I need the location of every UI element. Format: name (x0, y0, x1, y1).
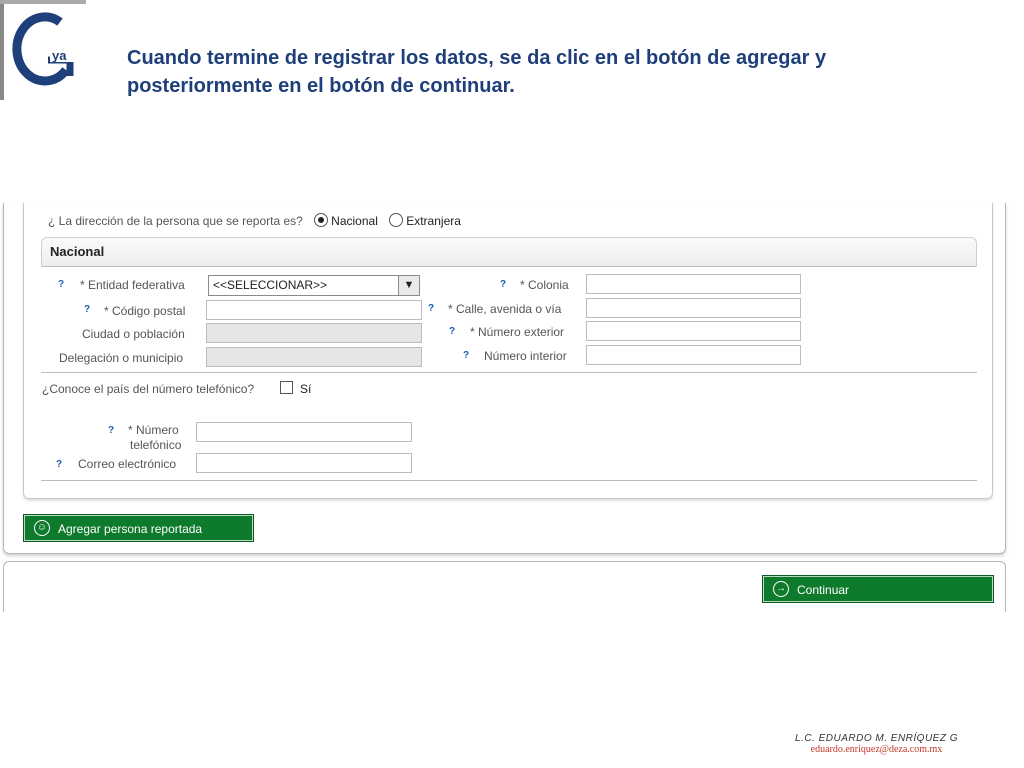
entidad-label: * Entidad federativa (80, 278, 185, 292)
help-icon[interactable]: ? (84, 304, 90, 315)
numero-label: * Número (128, 423, 179, 437)
calle-input[interactable] (586, 298, 801, 318)
entidad-select-value: <<SELECCIONAR>> (213, 278, 328, 292)
svg-text:ya: ya (52, 48, 67, 63)
add-person-button[interactable]: ☺ Agregar persona reportada (23, 514, 254, 542)
phone-country-checkbox[interactable] (280, 381, 293, 394)
numero-label-line2: telefónico (130, 438, 182, 452)
author-name: L.C. EDUARDO M. ENRÍQUEZ G (794, 733, 958, 744)
footer: L.C. EDUARDO M. ENRÍQUEZ G eduardo.enriq… (795, 733, 958, 755)
colonia-input[interactable] (586, 274, 801, 294)
people-icon: ☺ (34, 520, 50, 536)
ciudad-label: Ciudad o población (82, 327, 185, 341)
slide-title: Cuando termine de registrar los datos, s… (127, 47, 827, 97)
help-icon[interactable]: ? (463, 350, 469, 361)
continue-button-label: Continuar (797, 583, 850, 597)
delegacion-input (206, 347, 422, 367)
entidad-select[interactable]: <<SELECCIONAR>> ▼ (208, 275, 420, 296)
divider (41, 372, 977, 373)
codigo-postal-label: * Código postal (104, 304, 186, 318)
numero-telefonico-input[interactable] (196, 422, 412, 442)
radio-extranjera[interactable] (389, 213, 404, 227)
radio-nacional-label[interactable]: Nacional (331, 214, 378, 228)
correo-label: Correo electrónico (78, 457, 177, 471)
address-section: ¿ La dirección de la persona que se repo… (23, 203, 993, 499)
form-panel: ¿ La dirección de la persona que se repo… (3, 203, 1006, 554)
divider (41, 480, 977, 481)
help-icon[interactable]: ? (500, 279, 506, 290)
continue-button[interactable]: → Continuar (762, 575, 994, 603)
continue-panel: → Continuar (3, 561, 1006, 612)
help-icon[interactable]: ? (56, 459, 62, 470)
ciudad-input (206, 323, 422, 343)
calle-label: * Calle, avenida o vía (448, 302, 562, 316)
num-ext-label: * Número exterior (470, 325, 565, 339)
section-title: Nacional (50, 244, 105, 259)
num-int-label: Número interior (484, 349, 567, 363)
address-question: ¿ La dirección de la persona que se repo… (48, 213, 461, 228)
section-header: Nacional (41, 237, 977, 267)
help-icon[interactable]: ? (108, 425, 114, 436)
correo-input[interactable] (196, 453, 412, 473)
num-int-input[interactable] (586, 345, 801, 365)
help-icon[interactable]: ? (58, 279, 64, 290)
address-question-label: ¿ La dirección de la persona que se repo… (48, 214, 303, 228)
help-icon[interactable]: ? (428, 303, 434, 314)
help-icon[interactable]: ? (449, 326, 455, 337)
add-person-button-label: Agregar persona reportada (58, 522, 203, 536)
phone-country-checkbox-label[interactable]: Sí (300, 382, 311, 396)
radio-extranjera-label[interactable]: Extranjera (406, 214, 461, 228)
phone-country-question: ¿Conoce el país del número telefónico? (42, 382, 255, 396)
author-email: eduardo.enriquez@deza.com.mx (810, 744, 943, 755)
num-ext-input[interactable] (586, 321, 801, 341)
colonia-label: * Colonia (520, 278, 569, 292)
arrow-right-icon: → (773, 581, 789, 597)
delegacion-label: Delegación o municipio (59, 351, 184, 365)
logo: ya (0, 0, 86, 100)
chevron-down-icon[interactable]: ▼ (398, 276, 419, 295)
radio-nacional[interactable] (314, 213, 329, 227)
codigo-postal-input[interactable] (206, 300, 422, 320)
